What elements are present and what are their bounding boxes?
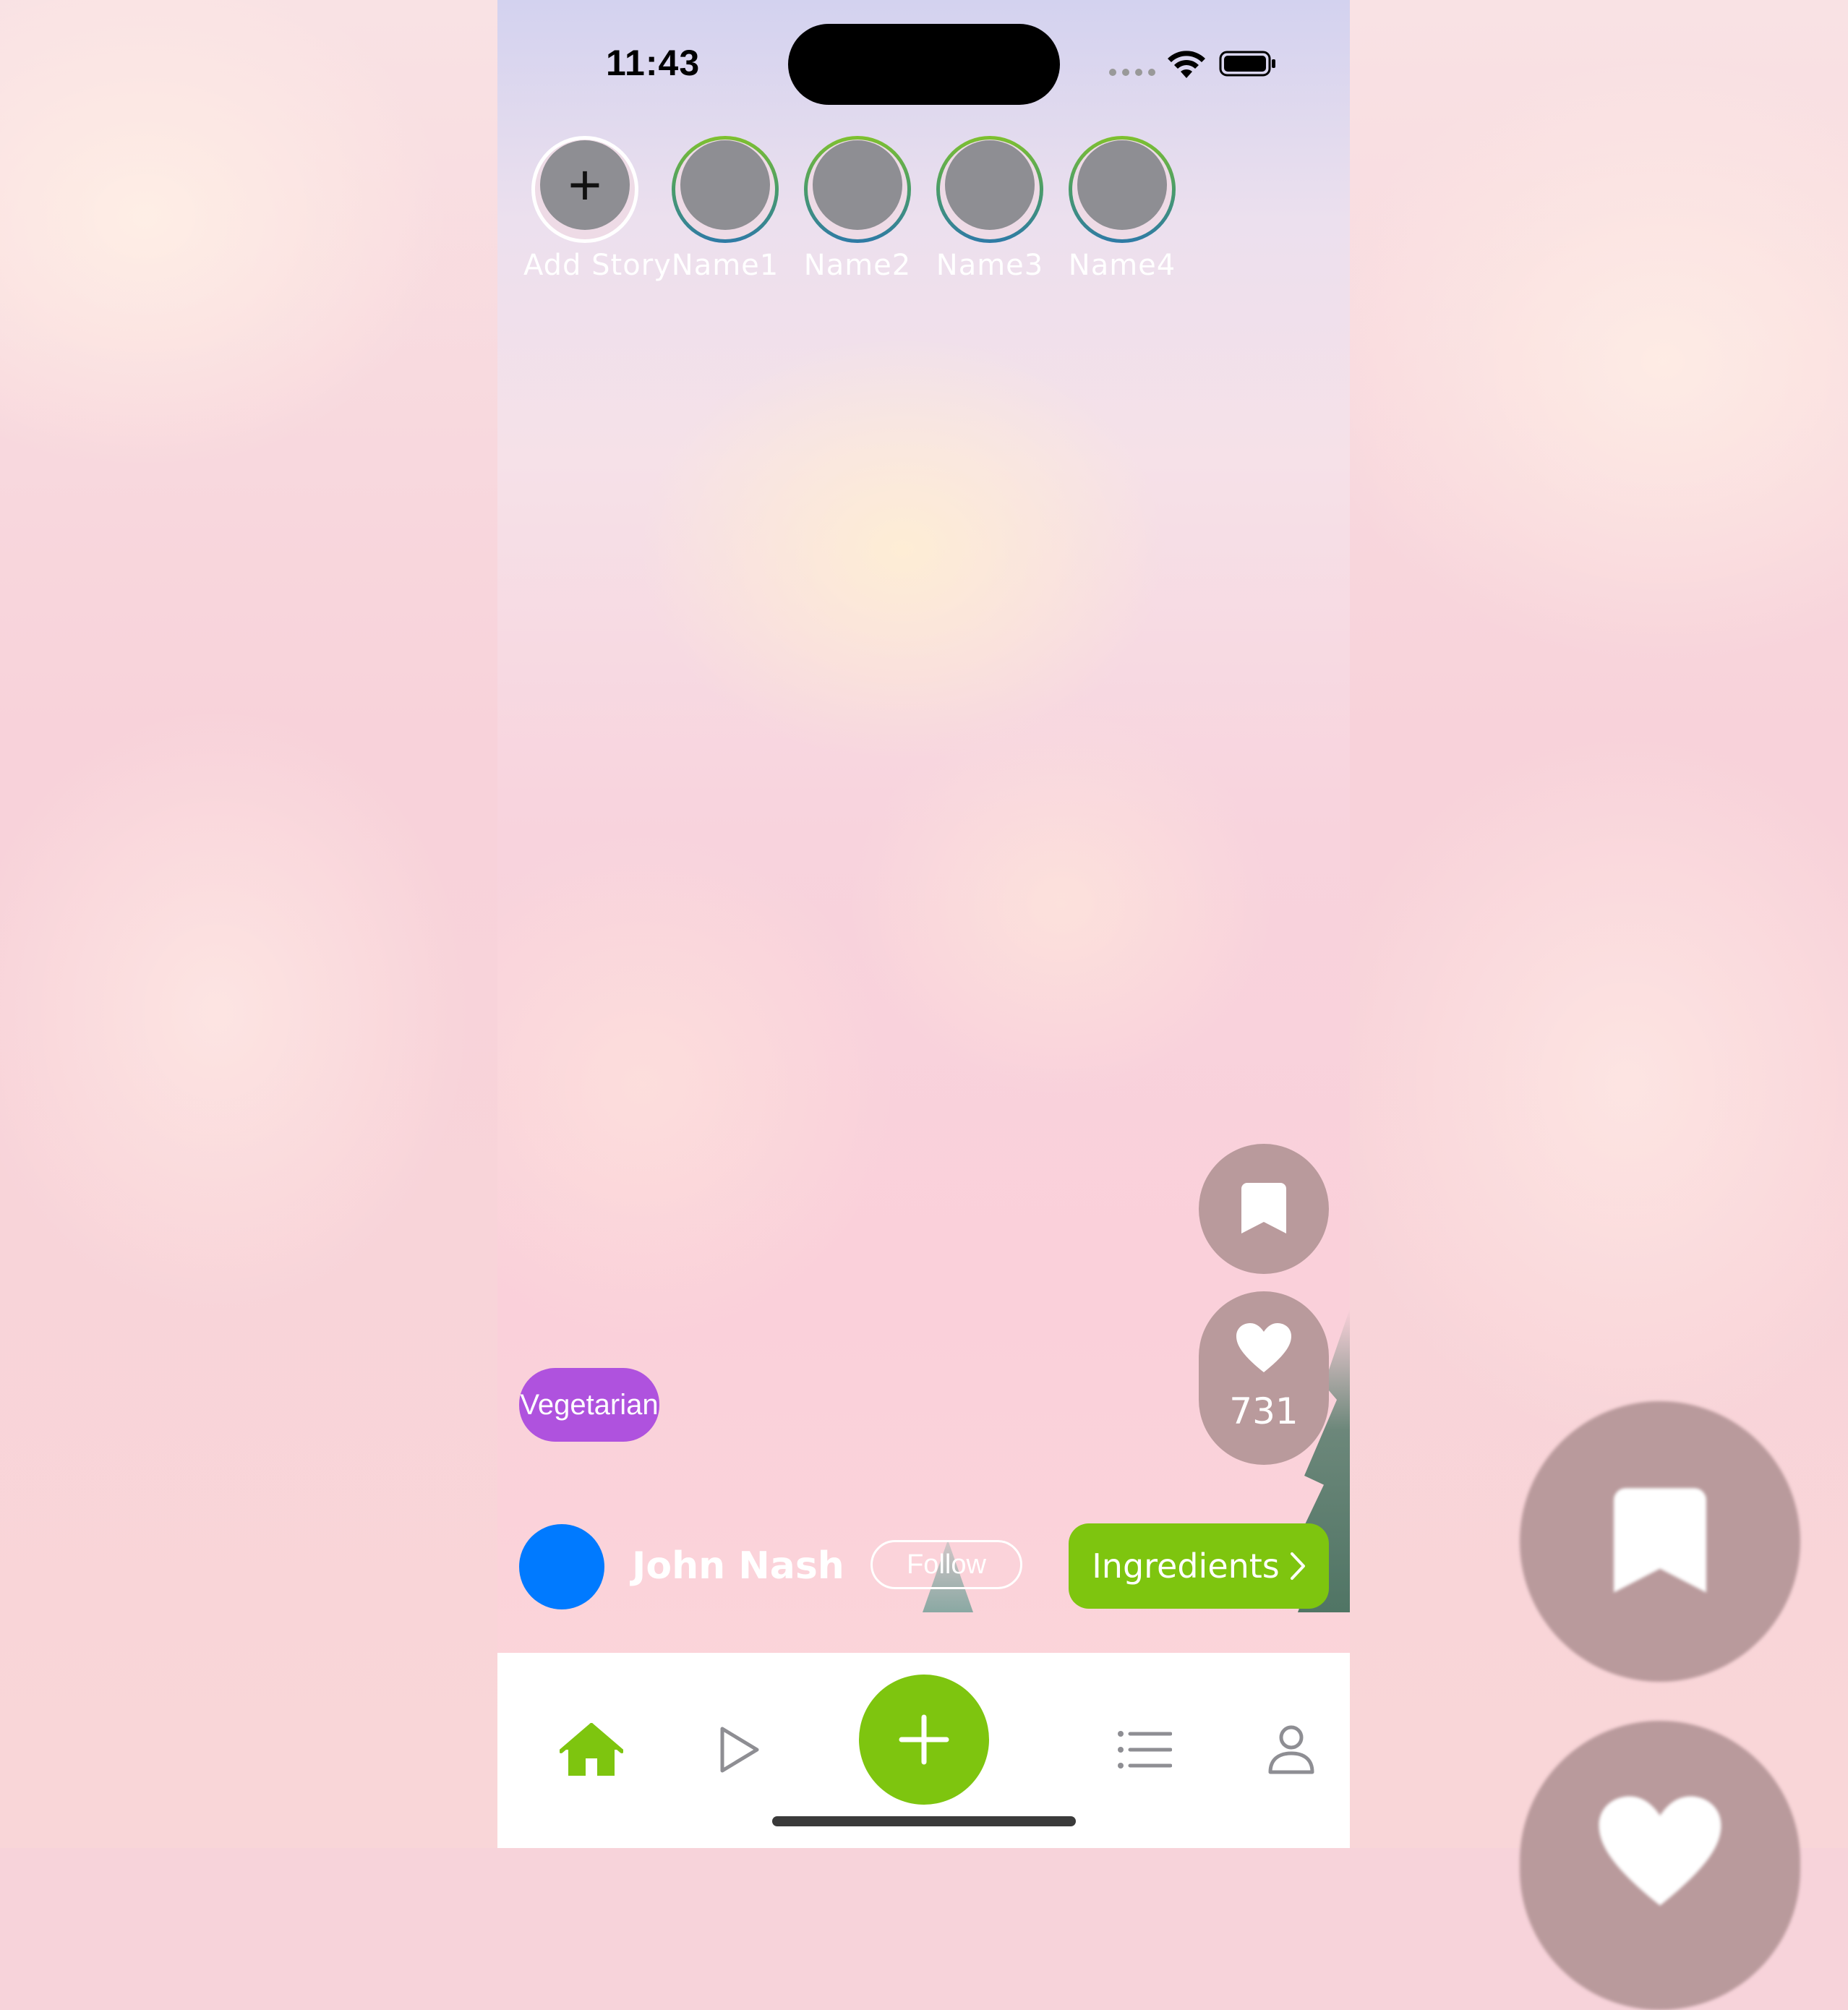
tab-home[interactable]	[555, 1714, 628, 1786]
avatar	[680, 140, 770, 230]
story-label: Add Story	[523, 249, 672, 282]
tab-profile[interactable]	[1255, 1714, 1327, 1786]
category-tag[interactable]: Vegetarian	[519, 1368, 659, 1442]
story-item-name1[interactable]: Name1	[664, 136, 787, 282]
heart-icon	[1599, 1796, 1721, 1906]
home-icon	[560, 1723, 623, 1776]
story-item-name4[interactable]: Name4	[1061, 136, 1184, 282]
bookmark-icon	[1614, 1487, 1706, 1593]
wifi-icon	[1168, 51, 1205, 78]
story-label: Name4	[1068, 249, 1176, 282]
status-time: 11:43	[606, 43, 701, 83]
home-indicator	[772, 1816, 1076, 1826]
avatar	[1077, 140, 1167, 230]
battery-icon	[1219, 51, 1275, 77]
follow-button[interactable]: Follow	[870, 1540, 1022, 1589]
add-story-avatar: +	[540, 140, 630, 230]
ingredients-button[interactable]: Ingredients	[1069, 1523, 1329, 1609]
plus-icon: +	[568, 153, 602, 217]
plus-icon	[899, 1714, 949, 1765]
stories-row: + Add Story Name1 Name2 Name3 Name4	[523, 136, 1246, 302]
heart-icon	[1236, 1323, 1291, 1372]
author-name[interactable]: John Nash	[632, 1544, 844, 1588]
story-item-name3[interactable]: Name3	[928, 136, 1051, 282]
like-count: 731	[1229, 1390, 1299, 1432]
avatar	[945, 140, 1035, 230]
phone-screen: 11:43 + Add Story Name1 Name2 Name3 Name…	[497, 0, 1350, 1848]
tab-list[interactable]	[1108, 1714, 1181, 1786]
zoom-bookmark-button	[1520, 1401, 1800, 1682]
tab-play[interactable]	[703, 1714, 776, 1786]
play-icon	[720, 1727, 759, 1773]
story-label: Name3	[936, 249, 1044, 282]
cellular-signal-icon	[1109, 69, 1155, 76]
chevron-right-icon	[1290, 1552, 1305, 1580]
author-avatar[interactable]	[519, 1524, 604, 1609]
zoom-like-button	[1520, 1721, 1800, 2010]
add-story-button[interactable]: + Add Story	[523, 136, 672, 282]
story-label: Name2	[803, 249, 912, 282]
create-post-button[interactable]	[859, 1675, 989, 1805]
list-icon	[1118, 1731, 1172, 1769]
dynamic-island	[788, 24, 1060, 105]
story-item-name2[interactable]: Name2	[796, 136, 919, 282]
bookmark-button[interactable]	[1199, 1144, 1329, 1274]
like-button[interactable]: 731	[1199, 1291, 1329, 1465]
ingredients-label: Ingredients	[1092, 1547, 1280, 1586]
profile-icon	[1268, 1725, 1314, 1774]
bookmark-icon	[1241, 1183, 1286, 1233]
story-label: Name1	[671, 249, 779, 282]
avatar	[813, 140, 902, 230]
